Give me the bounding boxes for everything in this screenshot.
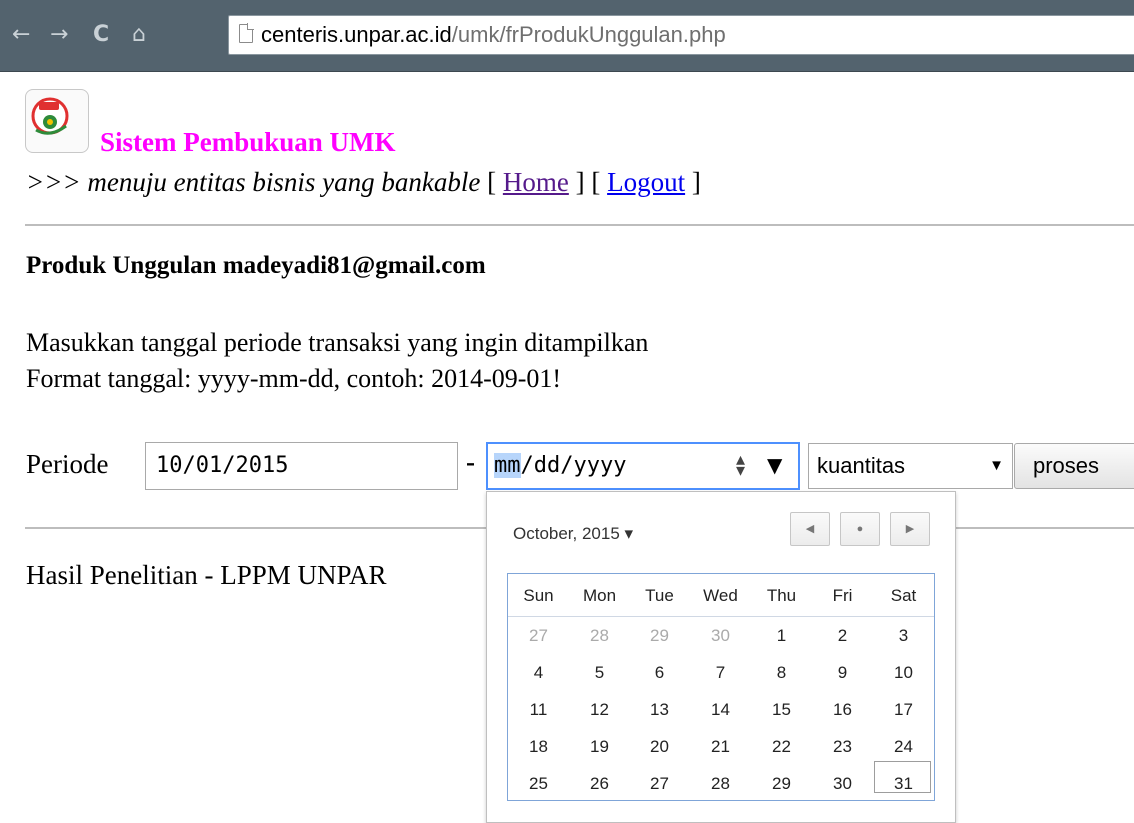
page-heading: Produk Unggulan madeyadi81@gmail.com	[26, 252, 486, 279]
month-segment[interactable]: mm	[494, 453, 521, 478]
logout-link[interactable]: Logout	[607, 167, 685, 197]
weekday-label: Mon	[582, 586, 617, 605]
calendar-day[interactable]: 15	[751, 700, 812, 720]
format-hint: Format tanggal: yyyy-mm-dd, contoh: 2014…	[26, 364, 562, 393]
bracket-close: ]	[575, 167, 585, 197]
browser-toolbar: ← → C ⌂ centeris.unpar.ac.id/umk/frProdu…	[0, 0, 1134, 72]
weekday-label: Tue	[645, 586, 674, 605]
calendar-day[interactable]: 4	[508, 663, 569, 683]
url-text[interactable]: centeris.unpar.ac.id/umk/frProdukUnggula…	[261, 22, 726, 48]
calendar-day[interactable]: 20	[629, 737, 690, 757]
periode-label: Periode	[26, 449, 109, 479]
calendar-day[interactable]: 5	[569, 663, 630, 683]
url-host: centeris.unpar.ac.id	[261, 22, 452, 47]
range-dash: -	[466, 447, 475, 477]
calendar-grid: Sun Mon Tue Wed Thu Fri Sat 27 28 29 30 1 2 3 4 5 6 7 8 9 1…	[507, 573, 935, 801]
calendar-day[interactable]: 1	[751, 626, 812, 646]
next-month-button[interactable]: ▶	[890, 512, 930, 546]
app-title: Sistem Pembukuan UMK	[100, 127, 396, 157]
umk-logo	[25, 89, 89, 153]
start-date-input[interactable]: 10/01/2015	[145, 442, 458, 490]
calendar-day[interactable]: 3	[873, 626, 934, 646]
calendar-day[interactable]: 29	[751, 774, 812, 794]
bracket-open: [	[591, 167, 601, 197]
calendar-day[interactable]: 30	[812, 774, 873, 794]
instructions: Masukkan tanggal periode transaksi yang …	[26, 325, 648, 397]
chevron-down-icon: ▼	[989, 457, 1004, 474]
end-date-input[interactable]: mm/dd/yyyy	[486, 442, 800, 490]
calendar-day[interactable]: 23	[812, 737, 873, 757]
calendar-day[interactable]: 6	[629, 663, 690, 683]
weekday-label: Fri	[832, 586, 853, 605]
footer-text: Hasil Penelitian - LPPM UNPAR	[26, 560, 387, 590]
home-link[interactable]: Home	[503, 167, 569, 197]
today-button[interactable]: ●	[840, 512, 880, 546]
calendar-day[interactable]: 31	[873, 774, 934, 794]
calendar-day[interactable]: 28	[690, 774, 751, 794]
calendar-day[interactable]: 19	[569, 737, 630, 757]
select-value: kuantitas	[817, 453, 906, 478]
tagline: >>> menuju entitas bisnis yang bankable	[26, 167, 481, 197]
calendar-day[interactable]: 14	[690, 700, 751, 720]
calendar-day[interactable]: 8	[751, 663, 812, 683]
address-bar[interactable]: centeris.unpar.ac.id/umk/frProdukUnggula…	[228, 15, 1134, 55]
weekday-label: Thu	[766, 586, 797, 605]
spin-down-icon[interactable]: ▾	[736, 462, 745, 480]
calendar-day[interactable]: 27	[629, 774, 690, 794]
calendar-day[interactable]: 10	[873, 663, 934, 683]
bracket-close: ]	[691, 167, 701, 197]
weekday-header: Sun Mon Tue Wed Thu Fri Sat	[508, 574, 934, 617]
calendar-day[interactable]: 7	[690, 663, 751, 683]
calendar-day[interactable]: 24	[873, 737, 934, 757]
calendar-day[interactable]: 12	[569, 700, 630, 720]
calendar-day[interactable]: 26	[569, 774, 630, 794]
calendar-day[interactable]: 9	[812, 663, 873, 683]
weekday-label: Sat	[890, 586, 917, 605]
calendar-day[interactable]: 11	[508, 700, 569, 720]
divider	[954, 527, 1134, 529]
calendar-day[interactable]: 28	[569, 626, 630, 646]
date-rest[interactable]: /dd/yyyy	[521, 453, 627, 478]
calendar-day[interactable]: 27	[508, 626, 569, 646]
divider	[25, 224, 1134, 226]
url-path: /umk/frProdukUnggulan.php	[451, 22, 726, 47]
calendar-day[interactable]: 30	[690, 626, 751, 646]
bracket-open: [	[487, 167, 497, 197]
divider	[25, 527, 488, 529]
calendar-day[interactable]: 2	[812, 626, 873, 646]
calendar-day[interactable]: 21	[690, 737, 751, 757]
back-arrow-icon[interactable]: ←	[12, 22, 30, 48]
date-picker-popup: October, 2015 ▾ ◀ ● ▶ Sun Mon Tue Wed Thu Fri…	[486, 491, 956, 823]
forward-arrow-icon[interactable]: →	[50, 22, 68, 48]
calendar-day[interactable]: 17	[873, 700, 934, 720]
calendar-day[interactable]: 29	[629, 626, 690, 646]
tagline-row: >>> menuju entitas bisnis yang bankable …	[26, 167, 701, 198]
instruction-line: Masukkan tanggal periode transaksi yang …	[26, 328, 649, 357]
date-spinner[interactable]: ▴ ▾	[736, 451, 745, 480]
calendar-day[interactable]: 13	[629, 700, 690, 720]
weekday-label: Wed	[703, 586, 738, 605]
proses-button[interactable]: proses	[1014, 443, 1134, 489]
weekday-label: Sun	[523, 586, 554, 605]
mode-select[interactable]: kuantitas ▼	[808, 443, 1013, 489]
month-year-selector[interactable]: October, 2015 ▾	[513, 524, 633, 544]
home-icon[interactable]: ⌂	[132, 22, 146, 48]
calendar-day[interactable]: 18	[508, 737, 569, 757]
reload-icon[interactable]: C	[93, 22, 109, 48]
calendar-dropdown-icon[interactable]: ▼	[767, 453, 782, 477]
calendar-day[interactable]: 16	[812, 700, 873, 720]
prev-month-button[interactable]: ◀	[790, 512, 830, 546]
page-icon	[239, 23, 254, 43]
calendar-day[interactable]: 22	[751, 737, 812, 757]
calendar-day[interactable]: 25	[508, 774, 569, 794]
